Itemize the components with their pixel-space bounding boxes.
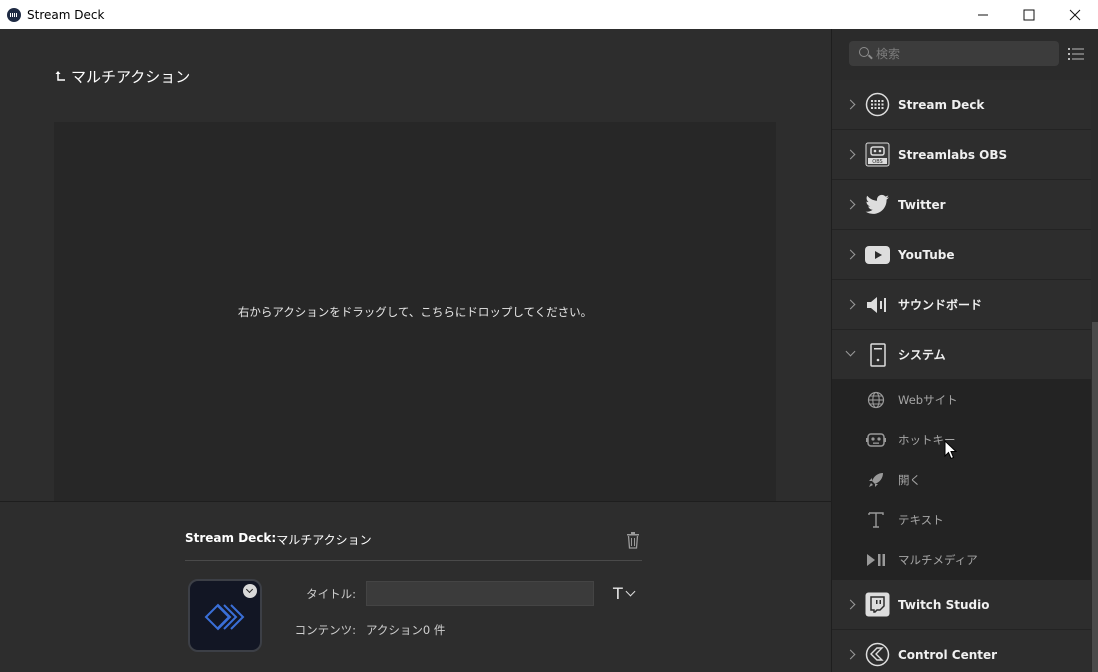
chevron-right-icon: [845, 149, 856, 160]
multi-action-editor: マルチアクション 右からアクションをドラッグして、こちらにドロップしてください。: [0, 29, 831, 502]
hotkey-robot-icon: [866, 430, 886, 450]
category-label: システム: [898, 348, 946, 362]
page-title: マルチアクション: [71, 68, 191, 86]
text-icon: [866, 510, 886, 530]
category-control-center[interactable]: Control Center: [832, 630, 1091, 672]
close-button[interactable]: [1052, 0, 1098, 29]
action-open[interactable]: 開く: [832, 460, 1091, 500]
stream-deck-icon: [865, 92, 890, 117]
chevron-down-icon: [845, 346, 856, 357]
content-value: アクション0 件: [366, 623, 446, 637]
inspector-header: Stream Deck : マルチアクション: [185, 531, 642, 561]
category-label: Twitch Studio: [898, 597, 990, 612]
text-format-icon: T: [613, 584, 623, 603]
category-stream-deck[interactable]: Stream Deck: [832, 80, 1091, 130]
speaker-icon: [865, 292, 890, 317]
youtube-icon: [865, 242, 890, 267]
minimize-icon: [978, 14, 988, 15]
globe-icon: [866, 390, 886, 410]
category-label: サウンドボード: [898, 298, 983, 312]
chevron-down-icon: [625, 586, 636, 597]
category-label: Twitter: [898, 197, 946, 212]
action-label: Webサイト: [898, 393, 958, 407]
category-label: Control Center: [898, 647, 998, 662]
chevron-right-icon: [845, 249, 856, 260]
action-label: テキスト: [898, 513, 944, 527]
trash-icon[interactable]: [625, 531, 641, 549]
list-view-icon[interactable]: [1068, 47, 1084, 61]
property-inspector: Stream Deck : マルチアクション タイトル: T コンテンツ: アク…: [0, 501, 831, 672]
key-icon-preview[interactable]: [188, 579, 262, 652]
actions-panel: Stream Deck OBS Streamlabs OBS: [831, 29, 1098, 672]
category-youtube[interactable]: YouTube: [832, 230, 1091, 280]
category-label: Streamlabs OBS: [898, 147, 1008, 162]
chevron-right-icon: [845, 199, 856, 210]
search-box[interactable]: [849, 41, 1059, 66]
search-icon: [859, 47, 869, 57]
action-text[interactable]: テキスト: [832, 500, 1091, 540]
chevron-right-icon: [845, 599, 856, 610]
category-soundboard[interactable]: サウンドボード: [832, 280, 1091, 330]
chevron-right-icon: [845, 299, 856, 310]
action-hotkey[interactable]: ホットキー: [832, 420, 1091, 460]
chevron-right-icon: [845, 99, 856, 110]
category-list: Stream Deck OBS Streamlabs OBS Twitter Y…: [832, 80, 1091, 672]
multi-action-icon: [204, 603, 245, 631]
computer-icon: [865, 342, 890, 367]
minimize-button[interactable]: [960, 0, 1006, 29]
maximize-icon: [1023, 9, 1035, 20]
category-label: Stream Deck: [898, 97, 985, 112]
content-label: コンテンツ:: [294, 623, 356, 637]
back-arrow-icon: [55, 71, 65, 81]
title-input[interactable]: [366, 581, 594, 606]
window-title: Stream Deck: [27, 7, 105, 22]
search-row: [832, 29, 1098, 79]
chevron-down-icon[interactable]: [243, 584, 257, 598]
category-twitch-studio[interactable]: Twitch Studio: [832, 580, 1091, 630]
stream-deck-app-icon: [7, 7, 21, 22]
plugin-name: Stream Deck: [185, 531, 272, 545]
rocket-icon: [866, 470, 886, 490]
twitter-icon: [865, 192, 890, 217]
action-label: マルチメディア: [898, 553, 978, 567]
svg-text:OBS: OBS: [872, 159, 882, 165]
category-twitter[interactable]: Twitter: [832, 180, 1091, 230]
search-input[interactable]: [876, 41, 1056, 66]
close-icon: [1069, 9, 1081, 20]
action-multimedia[interactable]: マルチメディア: [832, 540, 1091, 580]
action-name: マルチアクション: [276, 533, 372, 547]
streamlabs-obs-icon: OBS: [865, 142, 890, 167]
back-button[interactable]: マルチアクション: [55, 66, 190, 87]
action-drop-zone[interactable]: 右からアクションをドラッグして、こちらにドロップしてください。: [54, 122, 776, 502]
category-streamlabs-obs[interactable]: OBS Streamlabs OBS: [832, 130, 1091, 180]
action-label: 開く: [898, 473, 921, 487]
title-format-button[interactable]: T: [613, 584, 636, 603]
twitch-studio-icon: [865, 592, 890, 617]
category-label: YouTube: [898, 247, 955, 262]
control-center-icon: [865, 642, 890, 667]
action-website[interactable]: Webサイト: [832, 380, 1091, 420]
drop-hint-text: 右からアクションをドラッグして、こちらにドロップしてください。: [237, 305, 593, 319]
category-system[interactable]: システム: [832, 330, 1091, 380]
title-label: タイトル:: [306, 587, 356, 601]
actions-scrollbar[interactable]: [1092, 322, 1098, 672]
title-bar: Stream Deck: [0, 0, 1098, 29]
play-pause-icon: [866, 550, 886, 570]
mouse-cursor-icon: [944, 440, 957, 460]
maximize-button[interactable]: [1006, 0, 1052, 29]
chevron-right-icon: [845, 649, 856, 660]
